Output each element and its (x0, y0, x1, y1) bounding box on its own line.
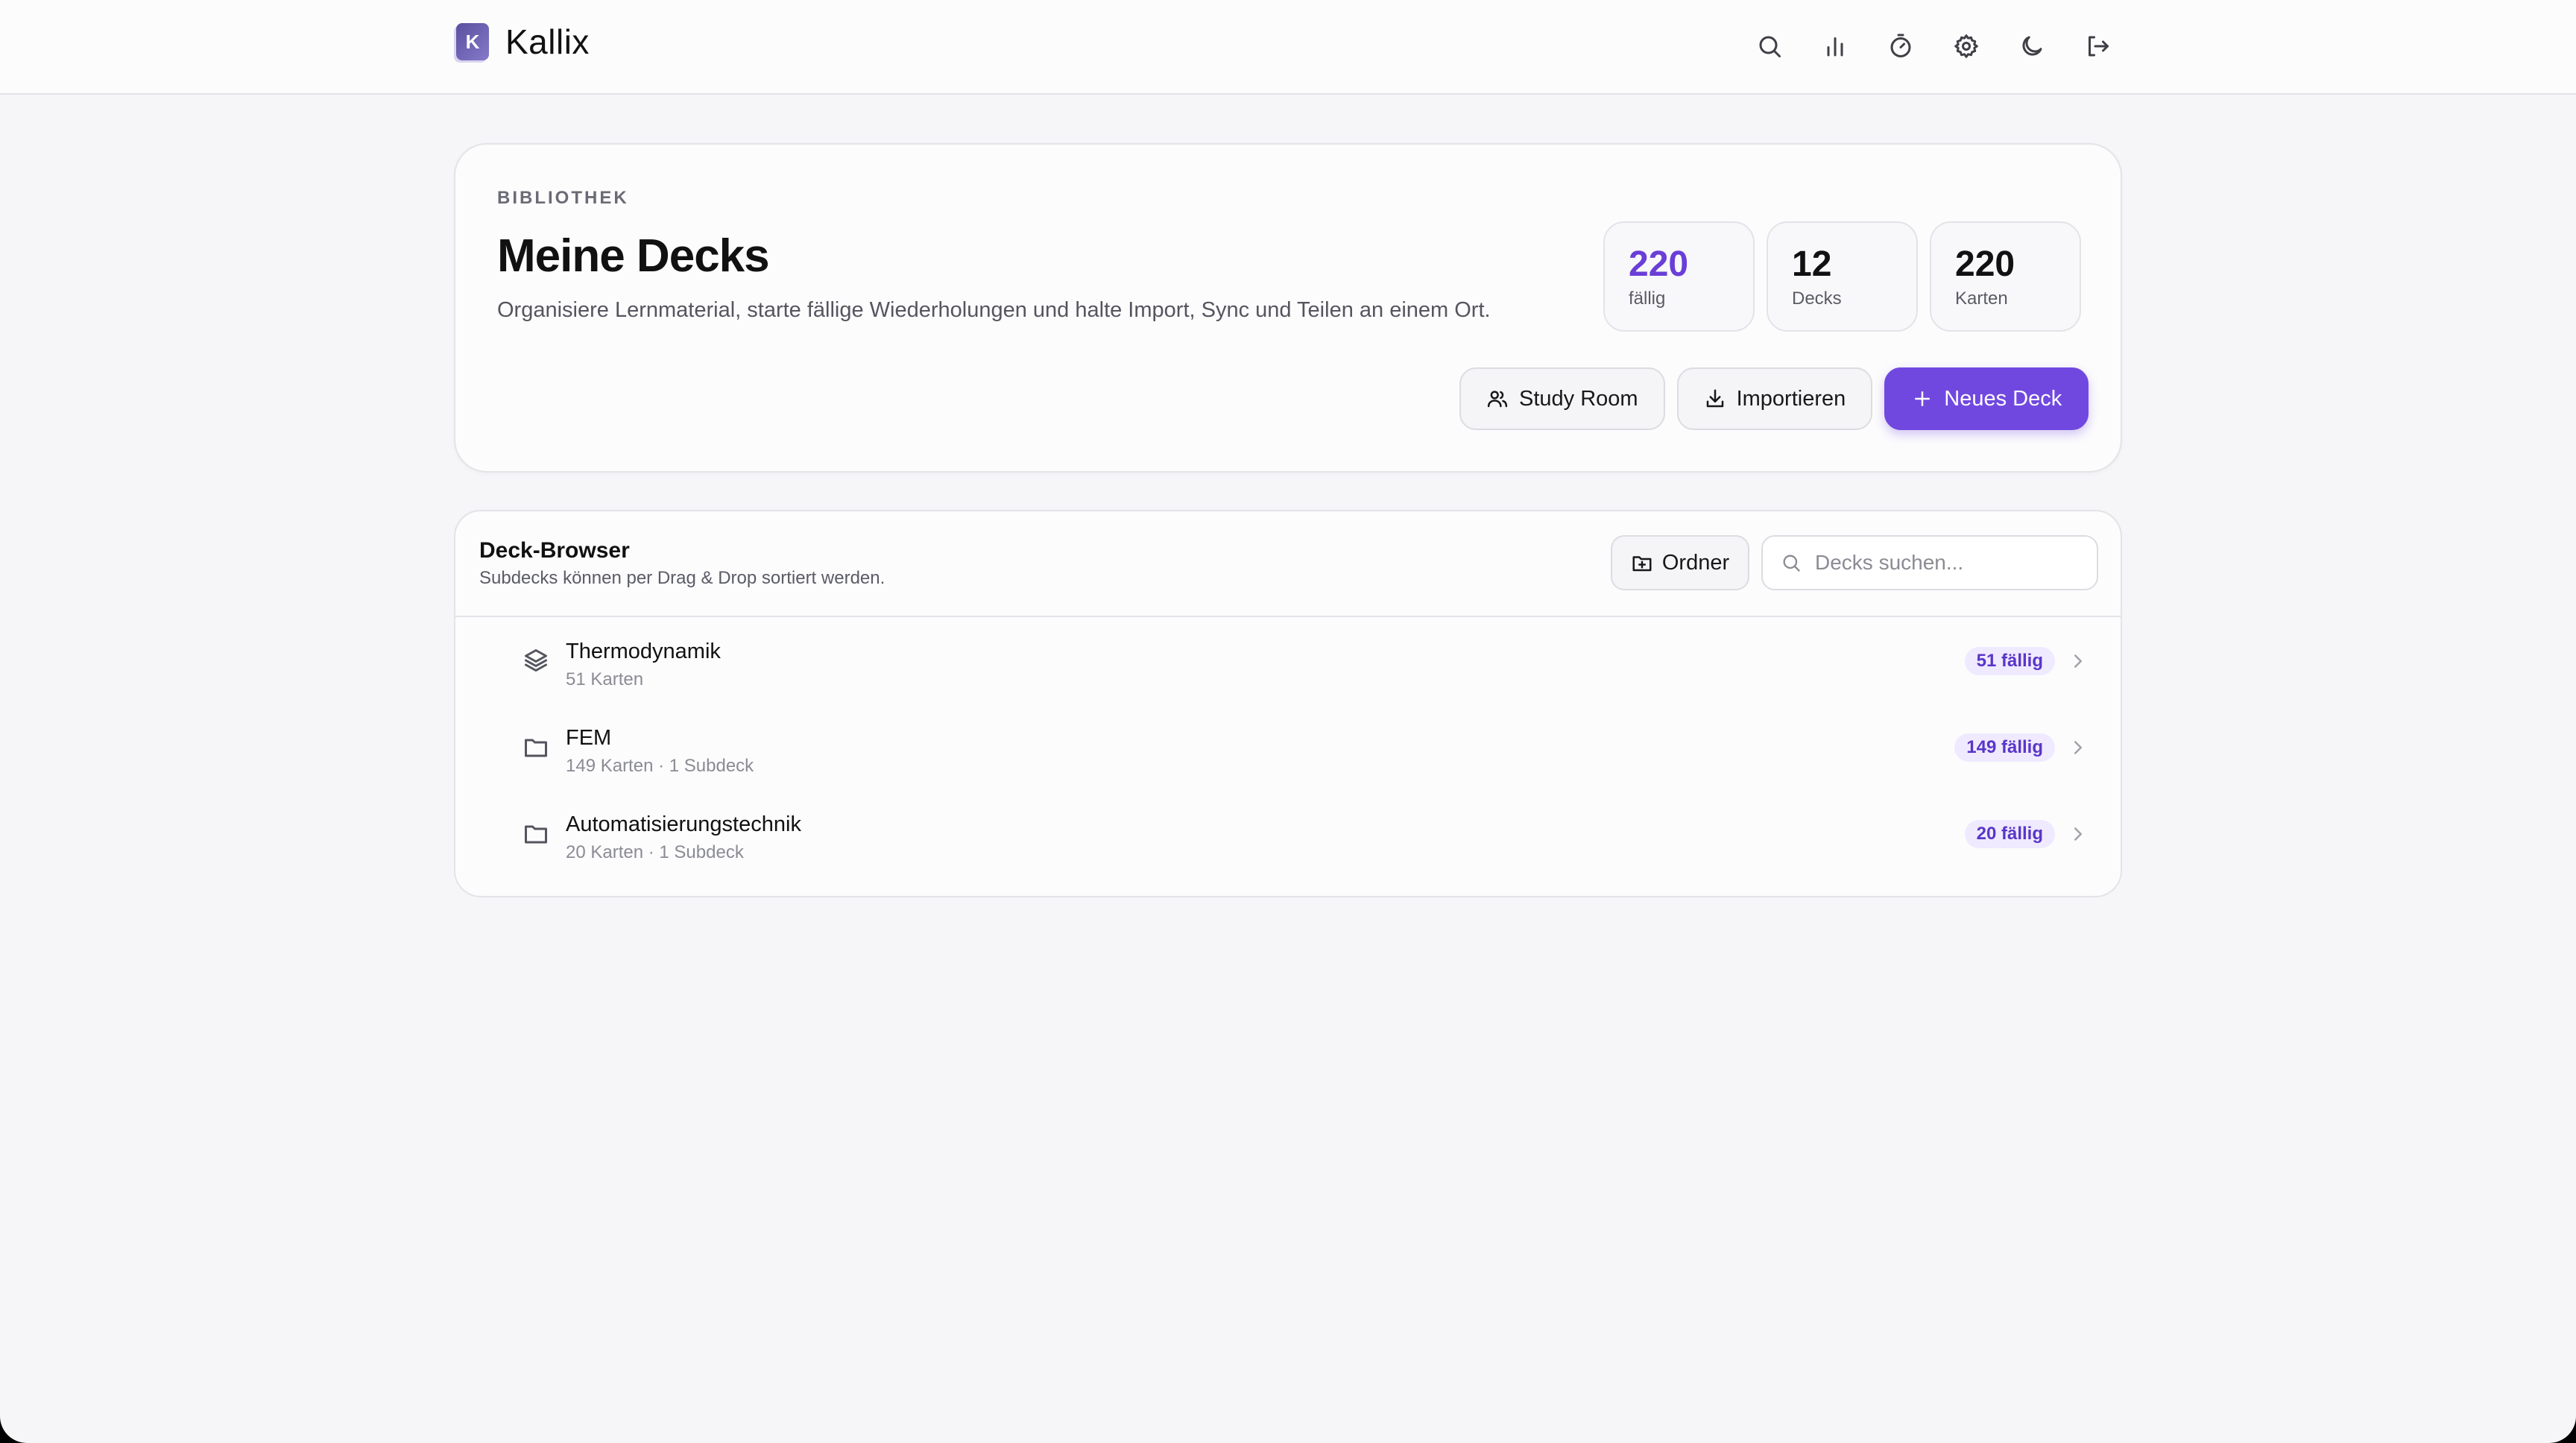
chevron-right-icon (2067, 650, 2089, 672)
section-eyebrow: BIBLIOTHEK (497, 188, 629, 208)
header-actions (1747, 24, 2141, 69)
study-room-label: Study Room (1519, 386, 1638, 411)
deck-row[interactable]: Thermodynamik 51 Karten 51 fällig (455, 617, 2121, 704)
deck-name: Thermodynamik (566, 640, 721, 663)
study-room-button[interactable]: Study Room (1459, 367, 1665, 430)
page-subtitle: Organisiere Lernmaterial, starte fällige… (497, 298, 1491, 322)
deck-row[interactable]: FEM 149 Karten · 1 Subdeck 149 fällig (455, 704, 2121, 790)
hero-actions: Study Room Importieren Neues Deck (1459, 367, 2089, 430)
library-card: BIBLIOTHEK Meine Decks Organisiere Lernm… (454, 143, 2122, 473)
download-icon (1706, 389, 1723, 408)
deck-browser-subtitle: Subdecks können per Drag & Drop sortiert… (479, 568, 886, 588)
stat-cards-value: 220 (1955, 244, 2015, 284)
deck-search (1761, 535, 2098, 590)
deck-row[interactable]: Automatisierungstechnik 20 Karten · 1 Su… (455, 790, 2121, 877)
import-label: Importieren (1736, 386, 1846, 411)
deck-browser-header: Deck-Browser Subdecks können per Drag & … (455, 511, 2121, 617)
moon-icon (2022, 36, 2042, 56)
due-badge: 51 fällig (1964, 647, 2055, 675)
stat-due: 220 fällig (1603, 221, 1755, 332)
gear-icon (1954, 34, 1978, 58)
stat-cards: 220 Karten (1930, 221, 2081, 332)
due-badge: 149 fällig (1954, 733, 2055, 762)
stat-cards-label: Karten (1955, 288, 2008, 309)
page-title: Meine Decks (497, 230, 770, 282)
theme-toggle-button[interactable] (2010, 24, 2054, 69)
new-deck-label: Neues Deck (1944, 386, 2062, 411)
deck-list: Thermodynamik 51 Karten 51 fällig FEM 14… (455, 617, 2121, 877)
folder-plus-icon (1632, 556, 1652, 572)
statistics-button[interactable] (1813, 24, 1857, 69)
deck-meta: 51 Karten (566, 669, 644, 689)
deck-meta: 149 Karten · 1 Subdeck (566, 756, 754, 776)
search-icon (1783, 555, 1800, 572)
new-folder-label: Ordner (1661, 550, 1730, 575)
deck-browser: Deck-Browser Subdecks können per Drag & … (454, 510, 2122, 897)
import-button[interactable]: Importieren (1676, 367, 1873, 430)
search-icon (1759, 36, 1781, 57)
plus-icon (1915, 391, 1931, 406)
bar-chart-icon (1827, 37, 1843, 57)
deck-meta: 20 Karten · 1 Subdeck (566, 842, 744, 862)
deck-name: FEM (566, 726, 612, 750)
layers-icon (523, 647, 549, 674)
search-button[interactable] (1747, 24, 1792, 69)
app-name: Kallix (505, 22, 590, 61)
due-badge: 20 fällig (1964, 820, 2055, 848)
timer-button[interactable] (1878, 24, 1923, 69)
stat-decks-value: 12 (1792, 244, 1832, 284)
folder-icon (523, 820, 549, 847)
brand[interactable]: K Kallix (456, 19, 590, 64)
chevron-right-icon (2067, 736, 2089, 759)
deck-search-input[interactable] (1815, 551, 2097, 575)
stat-decks: 12 Decks (1767, 221, 1918, 332)
users-icon (1487, 391, 1508, 408)
logout-icon (2089, 36, 2109, 57)
top-bar: K Kallix (0, 0, 2576, 95)
stat-due-value: 220 (1629, 244, 1689, 284)
logout-button[interactable] (2075, 24, 2120, 69)
timer-icon (1890, 34, 1911, 57)
folder-icon (523, 733, 549, 760)
new-deck-button[interactable]: Neues Deck (1884, 367, 2089, 430)
deck-browser-title: Deck-Browser (479, 538, 630, 563)
chevron-right-icon (2067, 823, 2089, 845)
stat-decks-label: Decks (1792, 288, 1842, 309)
app-window: K Kallix BIBLIOTHEK Meine Decks Organisi… (0, 0, 2576, 1443)
kallix-logo-icon: K (456, 23, 489, 60)
stats-group: 220 fällig 12 Decks 220 Karten (1603, 221, 2093, 332)
new-folder-button[interactable]: Ordner (1611, 535, 1749, 590)
stat-due-label: fällig (1629, 288, 1666, 309)
settings-button[interactable] (1944, 24, 1989, 69)
deck-name: Automatisierungstechnik (566, 812, 801, 836)
